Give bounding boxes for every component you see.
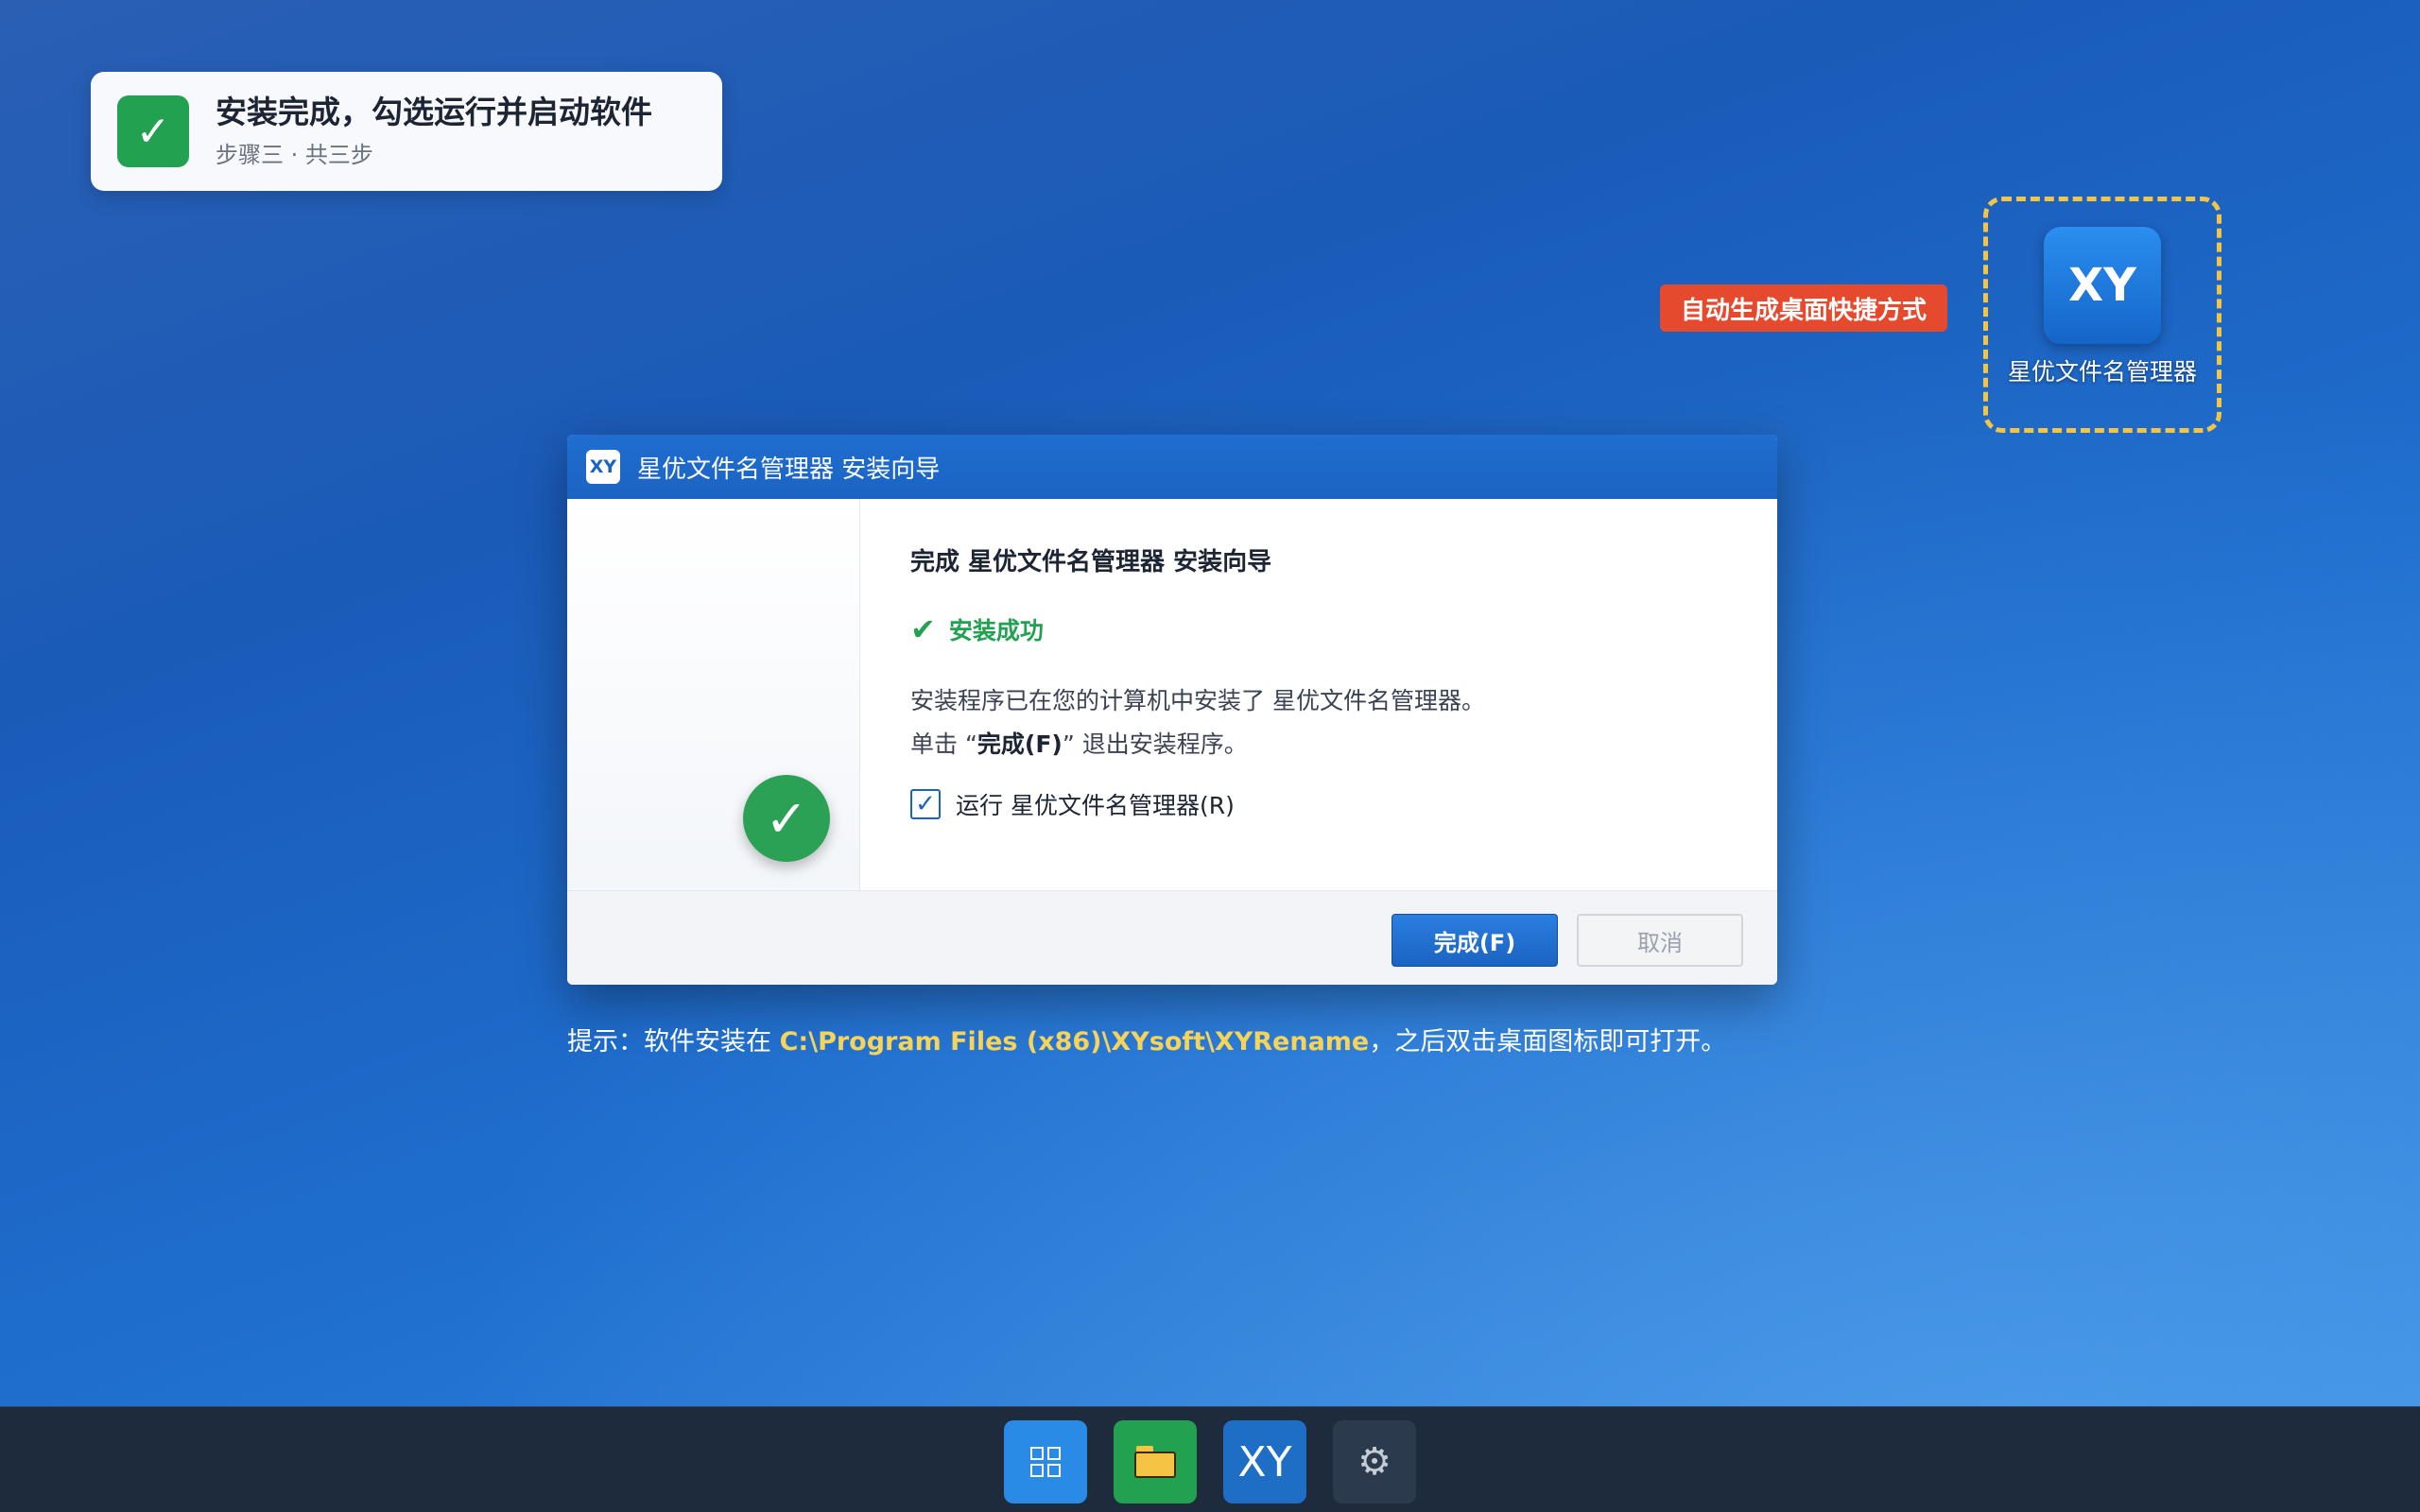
run-app-label[interactable]: 运行 星优文件名管理器(R) <box>956 787 1235 821</box>
desktop-shortcut-label[interactable]: 星优文件名管理器 <box>2002 359 2203 386</box>
install-path-hint: 提示：软件安装在 C:\Program Files (x86)\XYsoft\X… <box>567 1027 1727 1057</box>
xy-app-taskbar-button[interactable]: XY <box>1223 1420 1306 1503</box>
taskbar: XY ⚙ <box>0 1406 2420 1512</box>
wizard-content: 完成 星优文件名管理器 安装向导 ✔ 安装成功 安装程序已在您的计算机中安装了 … <box>860 499 1777 890</box>
folder-icon <box>1134 1446 1176 1478</box>
start-button[interactable] <box>1004 1420 1087 1503</box>
shortcut-annotation-tag: 自动生成桌面快捷方式 <box>1660 284 1947 332</box>
step-banner: ✓ 安装完成，勾选运行并启动软件 步骤三 · 共三步 <box>91 72 722 191</box>
description-line-2: 单击 “完成(F)” 退出安装程序。 <box>910 730 1248 758</box>
settings-button[interactable]: ⚙ <box>1333 1420 1416 1503</box>
success-check-icon: ✓ <box>743 775 830 862</box>
install-path: C:\Program Files (x86)\XYsoft\XYRename <box>779 1027 1370 1057</box>
success-status: 安装成功 <box>948 617 1044 644</box>
check-icon: ✓ <box>117 95 189 167</box>
desktop-shortcut-icon[interactable]: XY <box>2044 227 2161 344</box>
cancel-button: 取消 <box>1577 914 1743 967</box>
finish-button[interactable]: 完成(F) <box>1392 914 1558 967</box>
installer-window: XY 星优文件名管理器 安装向导 ✕ ✓ 完成 星优文件名管理器 安装向导 ✔ … <box>567 435 1777 985</box>
run-app-checkbox[interactable]: ✓ <box>910 789 941 819</box>
wizard-side-panel: ✓ <box>567 499 860 890</box>
window-title: 星优文件名管理器 安装向导 <box>637 455 941 484</box>
step-title: 安装完成，勾选运行并启动软件 <box>216 93 652 130</box>
checkmark-icon: ✔ <box>910 611 936 647</box>
wizard-description: 安装程序已在您的计算机中安装了 星优文件名管理器。 单击 “完成(F)” 退出安… <box>910 679 1777 766</box>
run-after-install-row[interactable]: ✓ 运行 星优文件名管理器(R) <box>910 787 1777 821</box>
app-logo-icon: XY <box>586 450 620 484</box>
settings-icon: ⚙ <box>1357 1440 1392 1484</box>
wizard-heading: 完成 星优文件名管理器 安装向导 <box>910 548 1272 576</box>
file-explorer-button[interactable] <box>1114 1420 1197 1503</box>
step-subtitle: 步骤三 · 共三步 <box>216 142 373 169</box>
description-line-1: 安装程序已在您的计算机中安装了 星优文件名管理器。 <box>910 687 1485 714</box>
xy-app-icon: XY <box>1237 1437 1292 1486</box>
start-icon <box>1030 1447 1061 1477</box>
window-titlebar[interactable]: XY 星优文件名管理器 安装向导 ✕ <box>567 435 1777 499</box>
wizard-footer: 完成(F) 取消 <box>567 890 1777 985</box>
